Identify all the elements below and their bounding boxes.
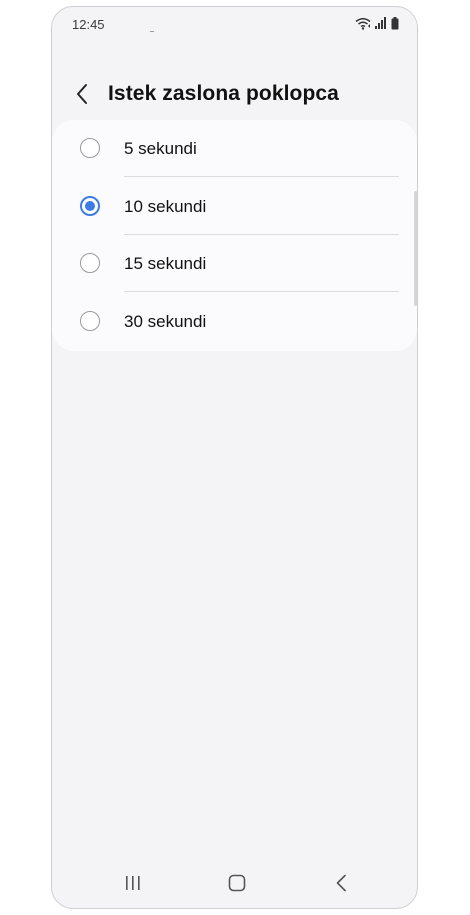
recents-button[interactable] xyxy=(118,870,148,896)
option-row-30[interactable]: 30 sekundi xyxy=(52,293,417,350)
back-button[interactable] xyxy=(70,79,94,109)
timeout-options-card: 5 sekundi 10 sekundi 15 sekundi 30 sekun… xyxy=(52,120,417,351)
option-label: 10 sekundi xyxy=(124,197,207,216)
radio-button[interactable] xyxy=(80,311,100,331)
status-icons xyxy=(355,16,399,30)
radio-button-selected[interactable] xyxy=(80,196,100,216)
wifi-icon xyxy=(355,17,371,30)
status-bar: 12:45 xyxy=(52,7,417,41)
camera-notch xyxy=(150,31,154,32)
option-row-5[interactable]: 5 sekundi xyxy=(52,120,417,177)
battery-icon xyxy=(391,16,399,29)
home-icon xyxy=(228,874,246,892)
option-label: 15 sekundi xyxy=(124,254,207,273)
status-time: 12:45 xyxy=(72,17,105,32)
signal-icon xyxy=(375,17,386,29)
divider xyxy=(124,291,399,292)
page-title: Istek zaslona poklopca xyxy=(108,82,339,105)
phone-screen: 12:45 Istek zaslona poklopca 5 sekundi 1… xyxy=(51,6,418,909)
option-row-10[interactable]: 10 sekundi xyxy=(52,178,417,235)
scrollbar[interactable] xyxy=(414,191,417,306)
option-label: 30 sekundi xyxy=(124,312,207,331)
back-arrow-icon xyxy=(77,84,87,104)
back-icon xyxy=(336,874,346,892)
divider xyxy=(124,176,399,177)
option-label: 5 sekundi xyxy=(124,139,197,158)
navigation-bar xyxy=(52,858,417,908)
nav-back-button[interactable] xyxy=(326,870,356,896)
app-header: Istek zaslona poklopca xyxy=(52,69,417,119)
option-row-15[interactable]: 15 sekundi xyxy=(52,235,417,292)
recents-icon xyxy=(126,876,140,890)
home-button[interactable] xyxy=(222,870,252,896)
radio-button[interactable] xyxy=(80,253,100,273)
radio-button[interactable] xyxy=(80,138,100,158)
